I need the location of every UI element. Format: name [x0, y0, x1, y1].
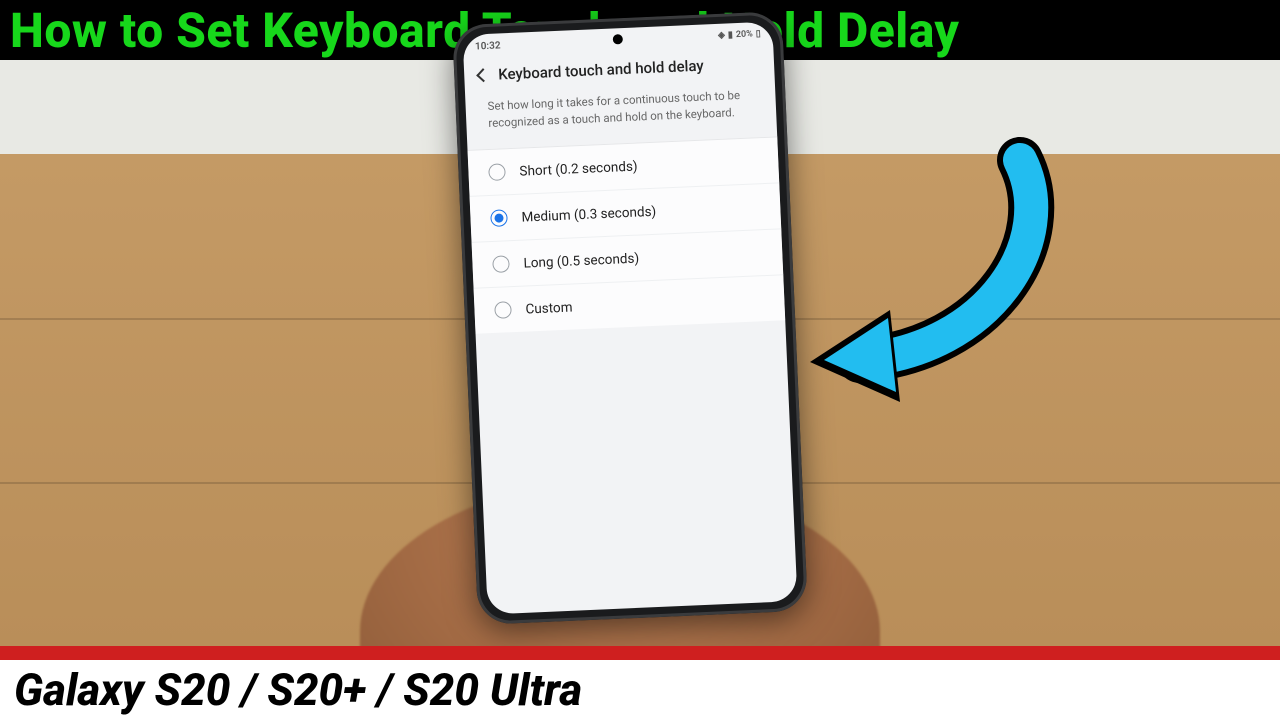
- option-label: Long (0.5 seconds): [523, 250, 639, 271]
- back-icon[interactable]: [476, 68, 490, 82]
- phone-screen: 10:32 ◈ ▮ 20% ▯ Keyboard touch and hold …: [462, 22, 797, 615]
- status-time: 10:32: [475, 40, 501, 52]
- option-label: Custom: [525, 299, 573, 317]
- footer-banner: Galaxy S20 / S20+ / S20 Ultra: [0, 660, 1280, 720]
- battery-percent: 20%: [736, 29, 753, 40]
- wifi-icon: ◈: [718, 31, 725, 41]
- option-label: Medium (0.3 seconds): [521, 204, 656, 226]
- battery-icon: ▯: [756, 29, 761, 39]
- radio-unselected-icon: [494, 302, 512, 320]
- page-title: Keyboard touch and hold delay: [498, 57, 704, 84]
- phone-device: 10:32 ◈ ▮ 20% ▯ Keyboard touch and hold …: [452, 11, 808, 625]
- signal-icon: ▮: [728, 30, 733, 40]
- option-label: Short (0.2 seconds): [519, 158, 638, 179]
- footer-text: Galaxy S20 / S20+ / S20 Ultra: [14, 664, 582, 716]
- status-right-cluster: ◈ ▮ 20% ▯: [718, 29, 761, 41]
- radio-selected-icon: [490, 210, 508, 228]
- delay-options-list: Short (0.2 seconds) Medium (0.3 seconds)…: [468, 137, 786, 334]
- radio-unselected-icon: [492, 256, 510, 274]
- radio-unselected-icon: [488, 164, 506, 182]
- thumbnail-frame: How to Set Keyboard Touch and Hold Delay…: [0, 0, 1280, 720]
- red-divider: [0, 646, 1280, 660]
